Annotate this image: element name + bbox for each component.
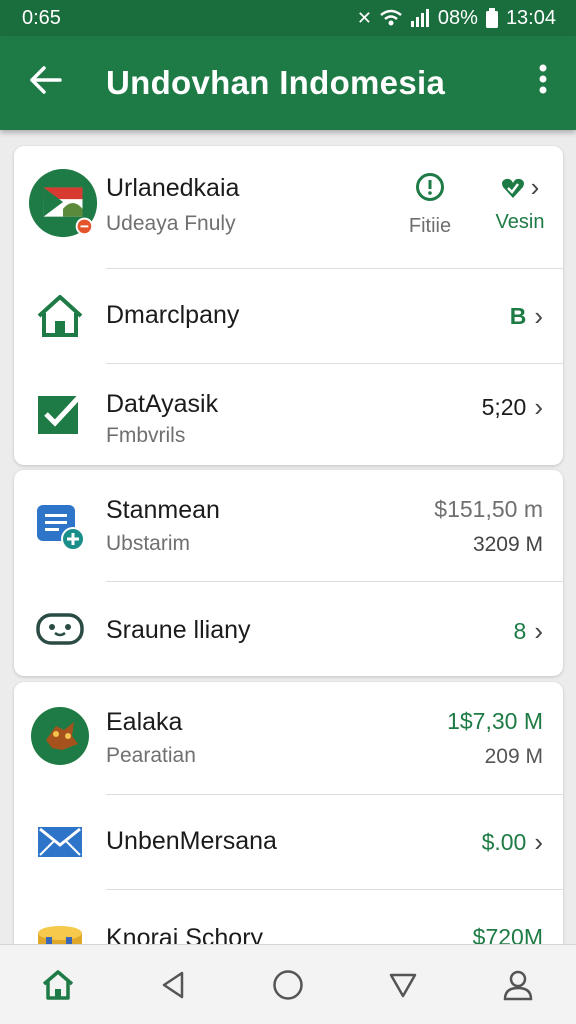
ealaka-row[interactable]: Ealaka Pearatian 1$7,30 M 209 M: [14, 682, 563, 794]
mail-title: UnbenMersana: [106, 827, 277, 855]
statement-subtitle: Ubstarim: [106, 532, 191, 555]
gamepad-icon-wrap: [32, 601, 88, 657]
signal-icon: [410, 9, 429, 27]
mail-value: $.00: [481, 829, 527, 855]
finance-card: Stanmean Ubstarim $151,50 m 3209 M Sraun…: [14, 470, 563, 676]
ealaka-amount-secondary: 209 M: [484, 745, 543, 768]
battery-percent: 08%: [437, 6, 478, 29]
page-title: Undovhan Indomesia: [106, 64, 446, 101]
alert-icon: [416, 173, 444, 201]
account-card: Urlanedkaia Udeaya Fnuly Fitiie › Vesin: [14, 146, 563, 465]
checkbox-icon: [38, 394, 82, 434]
games-card: Ealaka Pearatian 1$7,30 M 209 M UnbenMer…: [14, 682, 563, 982]
status-time-left: 0:65: [22, 6, 61, 29]
wifi-icon: [380, 9, 402, 26]
statement-amount-secondary: 3209 M: [472, 533, 543, 556]
statement-title: Stanmean: [106, 496, 220, 524]
more-vert-icon: [539, 64, 547, 93]
nav-down-button[interactable]: [373, 955, 433, 1015]
nfc-icon: ✕: [356, 7, 372, 28]
status-icons: ✕ 08% 13:04: [357, 7, 556, 30]
chevron-right-icon: ›: [534, 392, 543, 422]
checkbox-icon-wrap: [32, 386, 88, 442]
nav-back-icon: [162, 971, 184, 998]
heart-check-icon: [501, 178, 524, 198]
task-title: DatAyasik: [106, 390, 219, 418]
chevron-right-icon: ›: [534, 301, 543, 331]
statement-amount: $151,50 m: [434, 496, 543, 522]
gamepad-icon: [36, 613, 84, 645]
back-arrow-icon: [30, 66, 62, 94]
flag-avatar: [28, 168, 100, 240]
nav-down-icon: [389, 973, 417, 997]
more-button[interactable]: [510, 63, 576, 104]
bottom-nav: [0, 944, 576, 1024]
chevron-right-icon: ›: [530, 172, 540, 202]
home-icon: [37, 295, 83, 337]
filter-label: Fitiie: [408, 215, 452, 237]
nav-home-icon: [42, 969, 73, 1000]
company-row[interactable]: Dmarclpany B ›: [14, 269, 563, 363]
company-value: B: [509, 303, 527, 329]
chevron-right-icon: ›: [534, 827, 543, 857]
gamepad-row[interactable]: Sraune lliany 8 ›: [14, 582, 563, 676]
home-icon-wrap: [32, 288, 88, 344]
filter-action[interactable]: Fitiie: [398, 172, 462, 238]
ealaka-amount: 1$7,30 M: [447, 708, 543, 734]
verify-label: Vesin: [495, 211, 545, 233]
gamepad-title: Sraune lliany: [106, 616, 251, 644]
nav-recent-button[interactable]: [258, 955, 318, 1015]
ealaka-subtitle: Pearatian: [106, 744, 196, 767]
chevron-right-icon: ›: [534, 616, 543, 646]
nav-circle-icon: [273, 969, 303, 1000]
app-bar: Undovhan Indomesia: [0, 36, 576, 130]
profile-subtitle: Udeaya Fnuly: [106, 212, 236, 235]
nav-home-button[interactable]: [28, 955, 88, 1015]
ealaka-title: Ealaka: [106, 708, 183, 736]
game-avatar-icon: [31, 707, 89, 765]
profile-title: Urlanedkaia: [106, 174, 240, 202]
mail-row[interactable]: UnbenMersana $.00 ›: [14, 795, 563, 889]
game-avatar-wrap: [30, 706, 90, 766]
nav-back-button[interactable]: [143, 955, 203, 1015]
company-title: Dmarclpany: [106, 301, 240, 329]
verify-action[interactable]: › Vesin: [480, 172, 560, 234]
status-bar: 0:65 ✕ 08% 13:04: [0, 0, 576, 36]
status-time-right: 13:04: [505, 6, 556, 29]
flag-avatar-icon: [28, 168, 98, 238]
statement-row[interactable]: Stanmean Ubstarim $151,50 m 3209 M: [14, 470, 563, 581]
mail-icon: [38, 827, 82, 857]
nav-profile-icon: [504, 970, 533, 1000]
task-subtitle: Fmbvrils: [106, 424, 186, 447]
task-value: 5;20: [481, 394, 527, 420]
battery-icon: [485, 8, 498, 28]
profile-row[interactable]: Urlanedkaia Udeaya Fnuly Fitiie › Vesin: [14, 146, 563, 268]
task-row[interactable]: DatAyasik Fmbvrils 5;20 ›: [14, 364, 563, 465]
nav-profile-button[interactable]: [488, 955, 548, 1015]
back-button[interactable]: [0, 62, 90, 104]
mail-icon-wrap: [32, 814, 88, 870]
document-add-icon: [37, 505, 85, 551]
gamepad-value: 8: [513, 618, 527, 644]
document-icon-wrap: [32, 498, 88, 554]
